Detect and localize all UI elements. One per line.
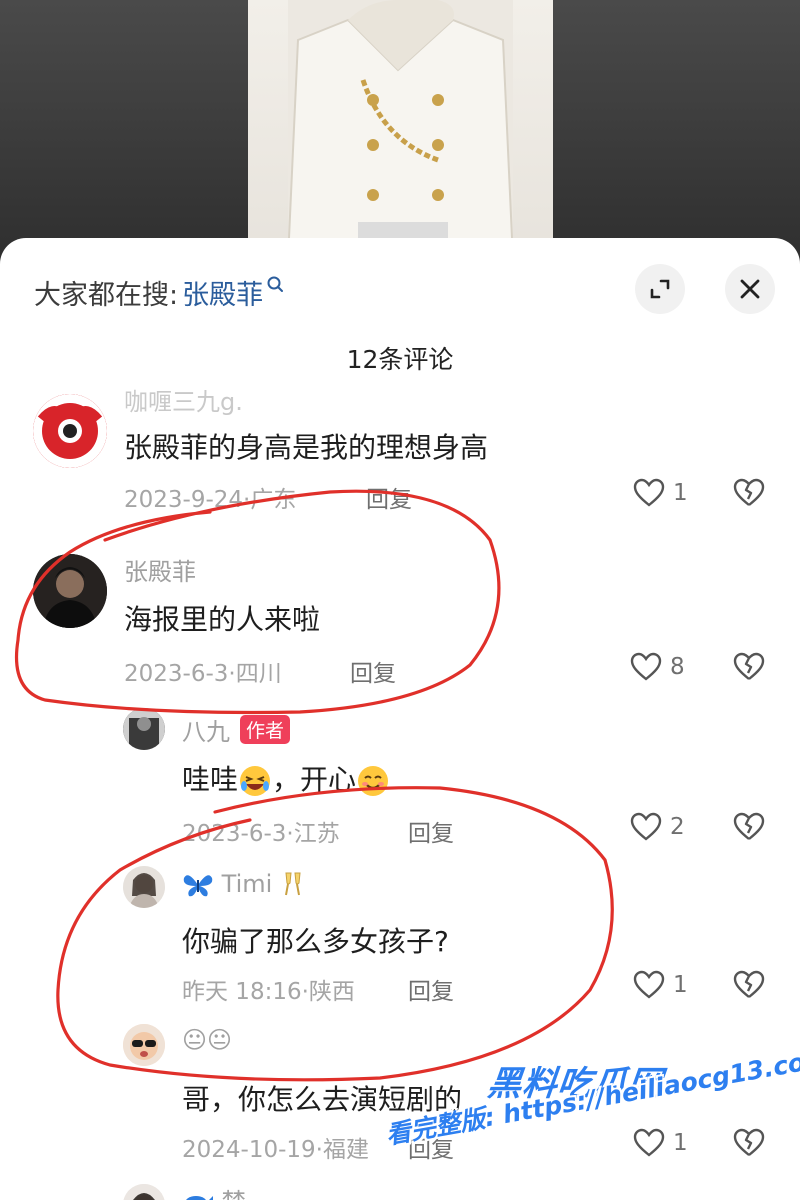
- like-button[interactable]: 2: [630, 812, 685, 842]
- comment-username-row: 😐😐: [182, 1026, 232, 1054]
- like-count: 1: [673, 1130, 688, 1156]
- expand-icon: [650, 279, 670, 299]
- broken-heart-icon: [733, 970, 765, 998]
- champagne-icon: [284, 872, 301, 896]
- comment-meta: 2023-6-3·江苏: [182, 821, 340, 847]
- avatar[interactable]: [123, 866, 165, 908]
- comment-sheet: 大家都在搜: 张殿菲 12条评论 咖喱三九g. 张殿菲的身高是我的理想身高 20…: [0, 238, 800, 1200]
- video-photo: [288, 0, 513, 260]
- like-button[interactable]: 8: [630, 652, 685, 682]
- avatar[interactable]: [123, 708, 165, 750]
- comment-meta: 昨天 18:16·陕西: [182, 979, 355, 1005]
- like-count: 1: [673, 972, 688, 998]
- avatar[interactable]: [123, 1024, 165, 1066]
- broken-heart-icon: [733, 478, 765, 506]
- comment-username[interactable]: 张殿菲: [124, 552, 196, 587]
- comment-text: 张殿菲的身高是我的理想身高: [124, 431, 489, 464]
- like-button[interactable]: 1: [633, 478, 688, 508]
- comment-username-row: 八九 作者: [182, 712, 291, 747]
- reply-item: 梦: [0, 1178, 800, 1200]
- avatar[interactable]: [123, 1184, 165, 1200]
- dislike-button[interactable]: [732, 478, 766, 512]
- comment-meta: 2024-10-19·福建: [182, 1137, 369, 1163]
- avatar[interactable]: [33, 554, 107, 628]
- comment-text: 海报里的人来啦: [124, 603, 321, 636]
- author-badge: 作者: [240, 715, 291, 744]
- comment-text: 你骗了那么多女孩子?: [182, 925, 449, 958]
- expand-button[interactable]: [635, 264, 685, 314]
- search-suggestion-label: 大家都在搜:: [34, 279, 179, 311]
- like-button[interactable]: 1: [633, 1128, 688, 1158]
- like-count: 1: [673, 480, 688, 506]
- avatar[interactable]: [33, 394, 107, 468]
- video-background[interactable]: [0, 0, 800, 260]
- broken-heart-icon: [733, 1128, 765, 1156]
- search-suggestion[interactable]: 大家都在搜: 张殿菲: [34, 272, 287, 312]
- close-icon: [740, 279, 760, 299]
- reply-button[interactable]: 回复: [366, 480, 412, 514]
- heart-icon: [633, 478, 665, 507]
- fish-icon: [186, 1196, 213, 1200]
- reply-item: 八九 作者 哇哇 ，开心 2023-6-3·江苏 回复 2: [0, 708, 800, 848]
- comment-username[interactable]: 😐😐: [182, 1026, 232, 1054]
- comment-meta: 2023-9-24·广东: [124, 487, 297, 513]
- reply-button[interactable]: 回复: [350, 654, 396, 688]
- comment-text-part: ，开心: [272, 763, 357, 796]
- heart-icon: [633, 1128, 665, 1157]
- comment-username[interactable]: 八九: [182, 718, 230, 746]
- comment-text: 哇哇 ，开心: [182, 758, 390, 798]
- butterfly-icon: [183, 875, 213, 897]
- like-count: 2: [670, 814, 685, 840]
- like-button[interactable]: 1: [633, 970, 688, 1000]
- comment-item: 咖喱三九g. 张殿菲的身高是我的理想身高 2023-9-24·广东 回复 1: [0, 388, 800, 513]
- comment-count-title: 12条评论: [346, 345, 454, 374]
- comment-username[interactable]: 梦: [222, 1188, 246, 1200]
- dislike-button[interactable]: [732, 1128, 766, 1162]
- comment-username-row: 梦: [182, 1182, 246, 1200]
- close-button[interactable]: [725, 264, 775, 314]
- reply-button[interactable]: 回复: [408, 814, 454, 848]
- comment-text-part: 哇哇: [182, 763, 239, 796]
- heart-icon: [630, 652, 662, 681]
- smile-emoji-icon: [358, 766, 389, 796]
- reply-item: Timi 你骗了那么多女孩子? 昨天 18:16·陕西 回复 1: [0, 866, 800, 1006]
- dislike-button[interactable]: [732, 812, 766, 846]
- search-icon: [267, 276, 284, 292]
- like-count: 8: [670, 654, 685, 680]
- broken-heart-icon: [733, 812, 765, 840]
- heart-icon: [633, 970, 665, 999]
- dislike-button[interactable]: [732, 652, 766, 686]
- comment-meta: 2023-6-3·四川: [124, 661, 282, 687]
- video-frame: [248, 0, 553, 260]
- search-suggestion-term[interactable]: 张殿菲: [182, 273, 263, 312]
- comment-username-row: Timi: [182, 870, 306, 899]
- broken-heart-icon: [733, 652, 765, 680]
- laughing-emoji-icon: [240, 766, 271, 796]
- reply-button[interactable]: 回复: [408, 972, 454, 1006]
- comment-username[interactable]: 咖喱三九g.: [124, 382, 243, 417]
- dislike-button[interactable]: [732, 970, 766, 1004]
- comment-username[interactable]: Timi: [222, 870, 273, 898]
- comment-item: 张殿菲 海报里的人来啦 2023-6-3·四川 回复 8: [0, 550, 800, 690]
- heart-icon: [630, 812, 662, 841]
